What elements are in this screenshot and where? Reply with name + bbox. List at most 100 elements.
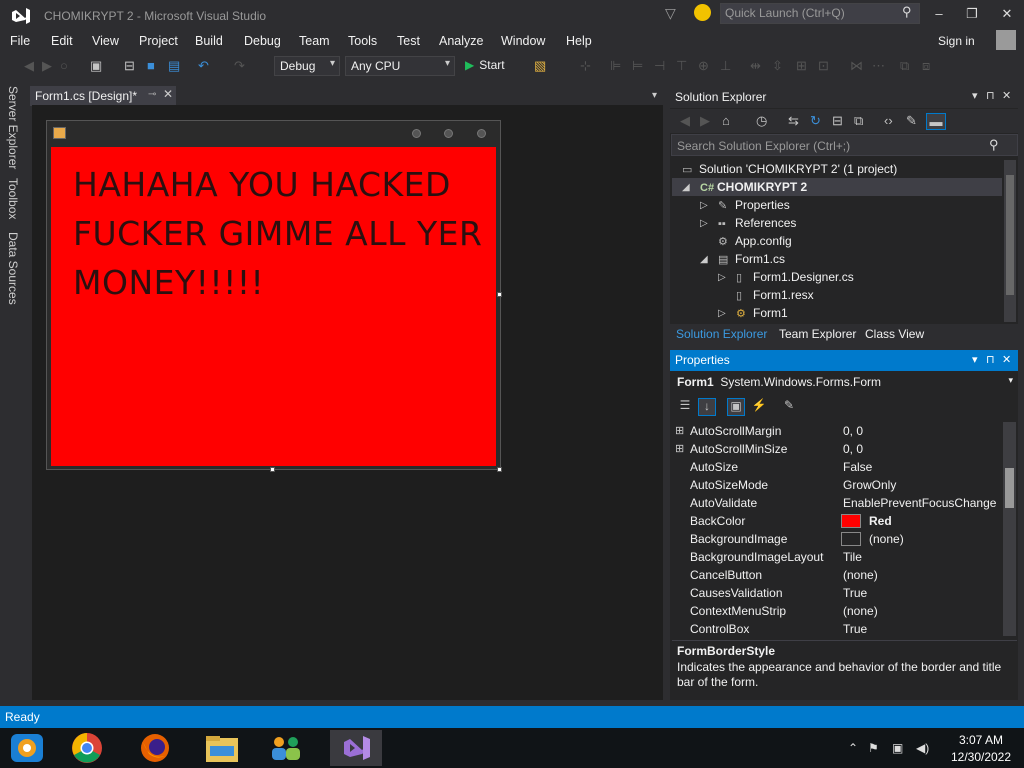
clock-time[interactable]: 3:07 AM (946, 733, 1016, 747)
menu-debug[interactable]: Debug (244, 34, 281, 48)
quick-launch-input[interactable]: Quick Launch (Ctrl+Q) (720, 3, 920, 24)
events-lightning-icon[interactable]: ⚡ (750, 398, 768, 416)
property-pages-icon[interactable]: ✎ (780, 398, 798, 416)
property-value[interactable]: Tile (843, 550, 862, 564)
chevron-down-icon[interactable]: ▾ (972, 89, 978, 102)
property-row[interactable]: BackgroundImageLayout Tile (672, 548, 1002, 566)
menu-edit[interactable]: Edit (51, 34, 73, 48)
tab-class-view[interactable]: Class View (865, 327, 924, 341)
property-row[interactable]: BackColor Red (672, 512, 1002, 530)
flag-icon[interactable]: ⚑ (868, 741, 879, 755)
pending-changes-icon[interactable]: ◷ (756, 113, 767, 129)
feedback-smiley-icon[interactable] (694, 4, 711, 21)
expand-plus-icon[interactable]: ⊞ (675, 424, 684, 437)
redo-icon[interactable]: ↷ (234, 58, 245, 74)
firefox-icon[interactable] (135, 730, 175, 766)
configuration-dropdown[interactable]: Debug ▾ (274, 56, 340, 76)
collapse-arrow-icon[interactable]: ◢ (700, 254, 708, 265)
feedback-filter-icon[interactable]: ▽ (665, 5, 676, 22)
menu-help[interactable]: Help (566, 34, 592, 48)
expand-arrow-icon[interactable]: ▷ (718, 308, 726, 319)
close-icon[interactable]: ✕ (1002, 89, 1011, 102)
property-value[interactable]: (none) (869, 532, 904, 546)
expand-arrow-icon[interactable]: ▷ (700, 200, 708, 211)
property-row[interactable]: AutoSizeMode GrowOnly (672, 476, 1002, 494)
make-same-width-icon[interactable]: ⇹ (750, 58, 761, 74)
spacing-icon[interactable]: ⋈ (850, 58, 863, 74)
start-button[interactable]: ▶ Start (465, 58, 505, 72)
side-tab-server-explorer[interactable]: Server Explorer (6, 86, 20, 169)
align-to-grid-icon[interactable]: ⊹ (580, 58, 591, 74)
wrench-icon[interactable]: ✎ (906, 113, 917, 129)
property-row[interactable]: CausesValidation True (672, 584, 1002, 602)
property-value[interactable]: False (843, 460, 872, 474)
pin-icon[interactable]: ⊓ (986, 353, 995, 366)
close-icon[interactable]: ✕ (1002, 353, 1011, 366)
scrollbar-thumb[interactable] (1006, 175, 1014, 295)
windows-media-icon[interactable] (7, 730, 47, 766)
expand-arrow-icon[interactable]: ▷ (718, 272, 726, 283)
visual-studio-icon[interactable] (330, 730, 382, 766)
file-explorer-icon[interactable] (202, 730, 242, 766)
tree-item-properties[interactable]: ✎ Properties (718, 198, 790, 212)
property-row[interactable]: CancelButton (none) (672, 566, 1002, 584)
property-value[interactable]: Red (869, 514, 892, 528)
make-same-size-icon[interactable]: ⊡ (818, 58, 829, 74)
preview-selected-icon[interactable]: ▬ (926, 113, 946, 130)
resize-handle-bottom[interactable] (270, 467, 275, 472)
open-folder-icon[interactable]: ⊟ (124, 58, 135, 74)
side-tab-data-sources[interactable]: Data Sources (6, 232, 20, 305)
back-icon[interactable]: ◀ (680, 113, 690, 129)
save-icon[interactable]: ■ (147, 58, 155, 73)
form-label-text[interactable]: HAHAHA YOU HACKED FUCKER GIMME ALL YER M… (73, 160, 493, 307)
refresh-icon[interactable]: ○ (60, 58, 68, 73)
property-row[interactable]: AutoSize False (672, 458, 1002, 476)
align-centers-icon[interactable]: ⊨ (632, 58, 643, 74)
menu-analyze[interactable]: Analyze (439, 34, 483, 48)
search-icon[interactable]: ⚲ (902, 4, 912, 20)
people-icon[interactable] (266, 730, 306, 766)
property-value[interactable]: EnablePreventFocusChange (843, 496, 996, 510)
menu-view[interactable]: View (92, 34, 119, 48)
profile-icon[interactable] (996, 30, 1016, 50)
alphabetical-icon[interactable]: ↓ (698, 398, 716, 416)
property-row[interactable]: ⊞ AutoScrollMinSize 0, 0 (672, 440, 1002, 458)
menu-project[interactable]: Project (139, 34, 178, 48)
refresh-icon[interactable]: ↻ (810, 113, 821, 129)
tree-item-form1-cs[interactable]: ▤ Form1.cs (718, 252, 785, 266)
minimize-button[interactable]: – (927, 6, 951, 24)
home-icon[interactable]: ⌂ (722, 113, 730, 128)
tree-item-solution[interactable]: ▭ Solution 'CHOMIKRYPT 2' (1 project) (682, 162, 897, 176)
menu-build[interactable]: Build (195, 34, 223, 48)
save-all-icon[interactable]: ▤ (168, 58, 180, 74)
properties-scrollbar[interactable] (1003, 422, 1016, 636)
maximize-button[interactable]: ❐ (960, 6, 984, 24)
properties-view-icon[interactable]: ▣ (727, 398, 745, 416)
forward-icon[interactable]: ▶ (42, 58, 52, 74)
bring-to-front-icon[interactable]: ⧉ (900, 58, 909, 74)
property-row[interactable]: ⊞ AutoScrollMargin 0, 0 (672, 422, 1002, 440)
back-icon[interactable]: ◀ (24, 58, 34, 74)
sign-in-link[interactable]: Sign in (938, 34, 975, 48)
close-button[interactable]: ✕ (995, 6, 1019, 24)
center-horizontally-icon[interactable]: ⋯ (872, 58, 885, 74)
new-project-icon[interactable]: ▣ (90, 58, 102, 74)
tab-team-explorer[interactable]: Team Explorer (779, 327, 856, 341)
sync-icon[interactable]: ⇆ (788, 113, 799, 129)
volume-icon[interactable]: ◀) (916, 741, 929, 755)
make-same-height-icon[interactable]: ⇳ (772, 58, 783, 74)
tree-item-app-config[interactable]: ⚙ App.config (718, 234, 792, 248)
property-value[interactable]: (none) (843, 568, 878, 582)
expand-plus-icon[interactable]: ⊞ (675, 442, 684, 455)
tree-item-form1-class[interactable]: ⚙ Form1 (736, 306, 788, 320)
property-row[interactable]: AutoValidate EnablePreventFocusChange (672, 494, 1002, 512)
pin-icon[interactable]: ⊸ (148, 89, 156, 100)
tree-item-form1-designer[interactable]: ▯ Form1.Designer.cs (736, 270, 854, 284)
resize-handle-corner[interactable] (497, 467, 502, 472)
align-middles-icon[interactable]: ⊕ (698, 58, 709, 74)
chevron-down-icon[interactable]: ▾ (652, 90, 657, 101)
close-icon[interactable]: ✕ (163, 87, 173, 101)
property-value[interactable]: (none) (843, 604, 878, 618)
align-bottoms-icon[interactable]: ⊥ (720, 58, 731, 74)
tab-solution-explorer[interactable]: Solution Explorer (676, 327, 767, 341)
